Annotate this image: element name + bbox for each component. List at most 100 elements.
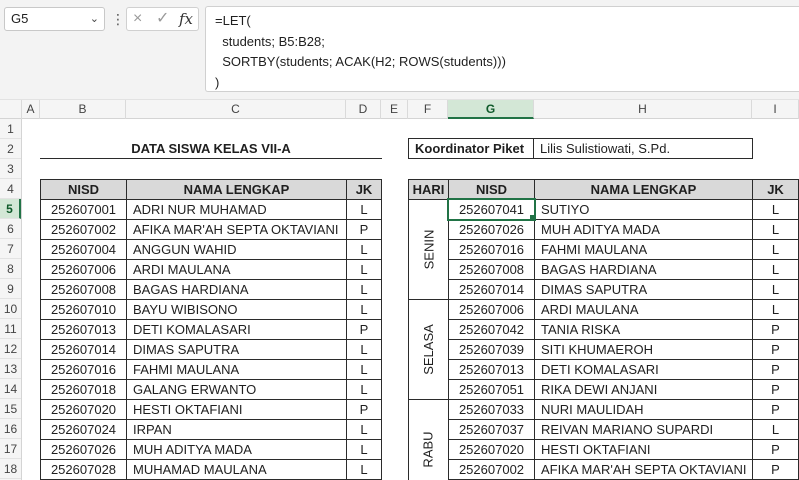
right-jk-cell[interactable]: P [752, 379, 799, 400]
left-name-cell[interactable]: MUH ADITYA MADA [126, 439, 347, 460]
right-jk-cell[interactable]: L [752, 199, 799, 220]
row-header-13[interactable]: 13 [0, 359, 21, 379]
right-name-cell[interactable]: MUH ADITYA MADA [534, 219, 753, 240]
right-jk-cell[interactable]: L [752, 279, 799, 300]
row-header-12[interactable]: 12 [0, 339, 21, 359]
active-cell-g5[interactable]: 252607041 [447, 198, 536, 221]
right-name-cell[interactable]: REIVAN MARIANO SUPARDI [534, 419, 753, 440]
right-name-cell[interactable]: DIMAS SAPUTRA [534, 279, 753, 300]
right-jk-cell[interactable]: L [752, 419, 799, 440]
left-name-cell[interactable]: DETI KOMALASARI [126, 319, 347, 340]
left-jk-cell[interactable]: P [346, 219, 382, 240]
left-name-cell[interactable]: HESTI OKTAFIANI [126, 399, 347, 420]
left-jk-cell[interactable]: L [346, 439, 382, 460]
worksheet-grid[interactable]: DATA SISWA KELAS VII-A Koordinator Piket… [22, 119, 799, 480]
left-jk-cell[interactable]: P [346, 319, 382, 340]
right-nisd-cell[interactable]: 252607033 [448, 399, 535, 420]
day-cell-selasa[interactable]: SELASA [408, 299, 449, 400]
enter-icon[interactable]: ✓ [156, 9, 169, 29]
coordinator-value[interactable]: Lilis Sulistiowati, S.Pd. [533, 138, 753, 159]
day-cell-rabu[interactable]: RABU [408, 399, 449, 480]
right-jk-cell[interactable]: P [752, 459, 799, 480]
row-header-2[interactable]: 2 [0, 139, 21, 159]
row-header-17[interactable]: 17 [0, 439, 21, 459]
column-header-c[interactable]: C [126, 100, 346, 119]
chevron-down-icon[interactable]: ⌄ [90, 8, 99, 30]
right-name-cell[interactable]: NURI MAULIDAH [534, 399, 753, 420]
left-jk-cell[interactable]: L [346, 239, 382, 260]
row-header-6[interactable]: 6 [0, 219, 21, 239]
row-header-16[interactable]: 16 [0, 419, 21, 439]
left-jk-cell[interactable]: L [346, 199, 382, 220]
right-jk-cell[interactable]: L [752, 259, 799, 280]
left-nisd-cell[interactable]: 252607014 [40, 339, 127, 360]
left-nisd-cell[interactable]: 252607028 [40, 459, 127, 480]
formula-input[interactable]: =LET( students; B5:B28; SORTBY(students;… [205, 6, 799, 92]
left-nisd-cell[interactable]: 252607001 [40, 199, 127, 220]
right-nisd-cell[interactable]: 252607013 [448, 359, 535, 380]
right-nisd-cell[interactable]: 252607002 [448, 459, 535, 480]
right-name-cell[interactable]: SUTIYO [534, 199, 753, 220]
left-nisd-cell[interactable]: 252607010 [40, 299, 127, 320]
right-name-cell[interactable]: TANIA RISKA [534, 319, 753, 340]
right-nisd-cell[interactable]: 252607008 [448, 259, 535, 280]
row-header-4[interactable]: 4 [0, 179, 21, 199]
left-name-cell[interactable]: ANGGUN WAHID [126, 239, 347, 260]
right-nisd-cell[interactable]: 252607014 [448, 279, 535, 300]
left-nisd-cell[interactable]: 252607008 [40, 279, 127, 300]
column-header-h[interactable]: H [534, 100, 752, 119]
right-nisd-cell[interactable]: 252607020 [448, 439, 535, 460]
left-nisd-cell[interactable]: 252607024 [40, 419, 127, 440]
right-nisd-cell[interactable]: 252607026 [448, 219, 535, 240]
left-name-cell[interactable]: ARDI MAULANA [126, 259, 347, 280]
select-all-corner[interactable] [0, 100, 22, 119]
left-jk-cell[interactable]: L [346, 379, 382, 400]
insert-function-icon[interactable]: fx [179, 9, 193, 29]
right-jk-cell[interactable]: L [752, 299, 799, 320]
right-jk-cell[interactable]: P [752, 399, 799, 420]
left-name-cell[interactable]: MUHAMAD MAULANA [126, 459, 347, 480]
row-header-8[interactable]: 8 [0, 259, 21, 279]
column-header-a[interactable]: A [22, 100, 40, 119]
right-nisd-cell[interactable]: 252607006 [448, 299, 535, 320]
right-name-cell[interactable]: AFIKA MAR'AH SEPTA OKTAVIANI [534, 459, 753, 480]
left-nisd-cell[interactable]: 252607026 [40, 439, 127, 460]
row-header-5[interactable]: 5 [0, 199, 21, 219]
left-nisd-cell[interactable]: 252607018 [40, 379, 127, 400]
column-header-e[interactable]: E [381, 100, 408, 119]
right-name-cell[interactable]: SITI KHUMAEROH [534, 339, 753, 360]
right-name-cell[interactable]: BAGAS HARDIANA [534, 259, 753, 280]
row-header-1[interactable]: 1 [0, 119, 21, 139]
left-jk-cell[interactable]: L [346, 459, 382, 480]
right-jk-cell[interactable]: P [752, 339, 799, 360]
row-header-3[interactable]: 3 [0, 159, 21, 179]
right-name-cell[interactable]: HESTI OKTAFIANI [534, 439, 753, 460]
row-header-14[interactable]: 14 [0, 379, 21, 399]
right-name-cell[interactable]: ARDI MAULANA [534, 299, 753, 320]
left-name-cell[interactable]: FAHMI MAULANA [126, 359, 347, 380]
row-header-15[interactable]: 15 [0, 399, 21, 419]
left-name-cell[interactable]: DIMAS SAPUTRA [126, 339, 347, 360]
left-nisd-cell[interactable]: 252607006 [40, 259, 127, 280]
left-nisd-cell[interactable]: 252607013 [40, 319, 127, 340]
right-jk-cell[interactable]: L [752, 219, 799, 240]
left-jk-cell[interactable]: L [346, 339, 382, 360]
row-header-10[interactable]: 10 [0, 299, 21, 319]
left-name-cell[interactable]: BAYU WIBISONO [126, 299, 347, 320]
left-nisd-cell[interactable]: 252607004 [40, 239, 127, 260]
row-header-9[interactable]: 9 [0, 279, 21, 299]
right-nisd-cell[interactable]: 252607042 [448, 319, 535, 340]
left-jk-cell[interactable]: L [346, 299, 382, 320]
left-name-cell[interactable]: ADRI NUR MUHAMAD [126, 199, 347, 220]
left-nisd-cell[interactable]: 252607002 [40, 219, 127, 240]
right-jk-cell[interactable]: P [752, 319, 799, 340]
column-header-f[interactable]: F [408, 100, 448, 119]
left-jk-cell[interactable]: L [346, 279, 382, 300]
right-name-cell[interactable]: RIKA DEWI ANJANI [534, 379, 753, 400]
more-options-icon[interactable]: ⋮ [111, 8, 125, 30]
day-cell-senin[interactable]: SENIN [408, 199, 449, 300]
name-box[interactable]: G5 ⌄ [4, 7, 105, 31]
left-jk-cell[interactable]: L [346, 259, 382, 280]
right-jk-cell[interactable]: L [752, 239, 799, 260]
right-jk-cell[interactable]: P [752, 359, 799, 380]
